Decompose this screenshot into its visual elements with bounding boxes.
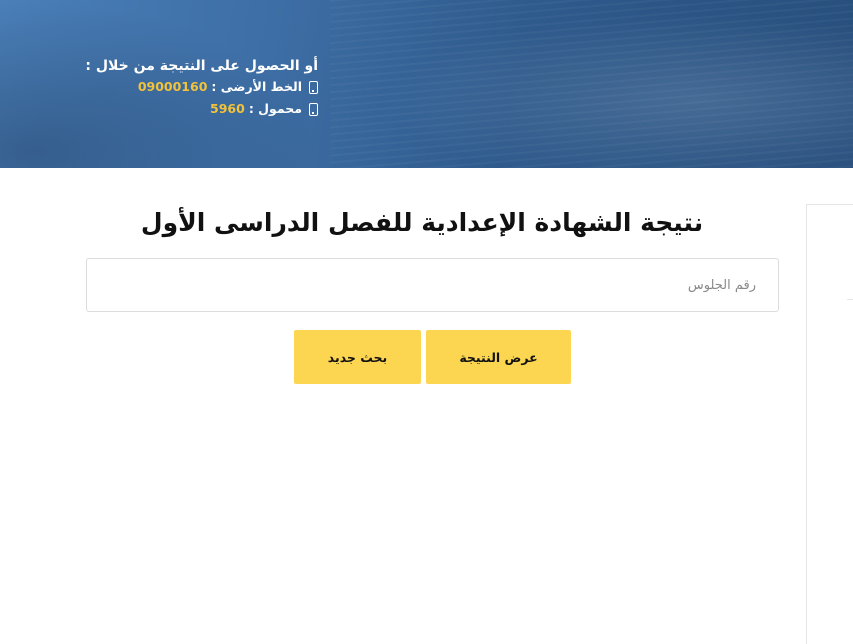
landline-line: الخط الأرضى : 09000160 xyxy=(82,76,318,98)
show-result-button[interactable]: عرض النتيجة xyxy=(426,330,571,384)
mobile-phone-icon xyxy=(309,102,318,116)
contact-heading: أو الحصول على النتيجة من خلال : xyxy=(85,58,318,74)
landline-number: 09000160 xyxy=(137,79,208,94)
hero-banner: أو الحصول على النتيجة من خلال : الخط الأ… xyxy=(0,0,853,168)
page-title: نتيجة الشهادة الإعدادية للفصل الدراسى ال… xyxy=(140,208,704,237)
new-search-button[interactable]: بحث جديد xyxy=(294,330,421,384)
side-panel xyxy=(806,204,853,644)
side-panel-divider xyxy=(847,299,853,300)
contact-info: أو الحصول على النتيجة من خلال : الخط الأ… xyxy=(82,56,318,120)
mobile-phone-icon xyxy=(309,80,318,94)
mobile-number: 5960 xyxy=(210,101,245,116)
seat-number-input[interactable] xyxy=(86,258,779,312)
landline-label: الخط الأرضى : xyxy=(211,79,302,94)
mobile-label: محمول : xyxy=(248,101,302,116)
mobile-line: محمول : 5960 xyxy=(82,98,318,120)
hero-background-image xyxy=(330,0,853,168)
